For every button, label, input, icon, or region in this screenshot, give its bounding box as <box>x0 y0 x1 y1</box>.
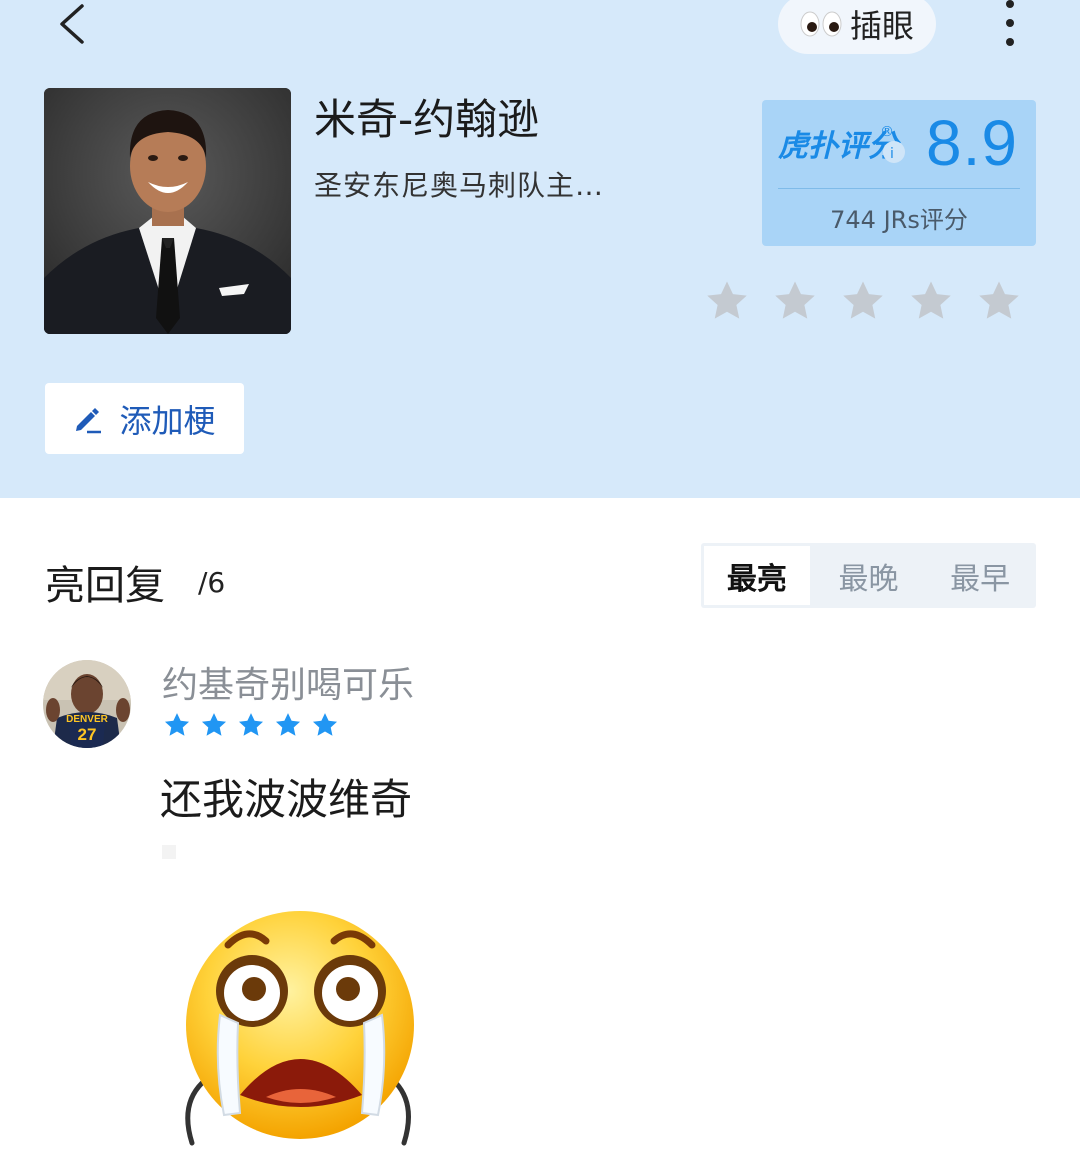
svg-text:®: ® <box>880 124 894 140</box>
star-icon[interactable] <box>976 278 1022 324</box>
replies-count: /6 <box>198 566 226 599</box>
back-button[interactable] <box>52 0 96 48</box>
score-divider <box>778 188 1020 189</box>
more-options-button[interactable] <box>996 0 1024 50</box>
player-photo <box>44 88 291 334</box>
hupu-score-logo: 虎扑评分 ® i <box>778 118 910 172</box>
eyes-icon <box>800 11 842 37</box>
player-name: 米奇-约翰逊 <box>314 95 540 144</box>
sort-tabs: 最亮 最晚 最早 <box>701 543 1036 608</box>
tab-earliest[interactable]: 最早 <box>927 546 1033 605</box>
star-icon <box>275 713 301 736</box>
add-meme-label: 添加梗 <box>119 401 216 440</box>
peek-button[interactable]: 插眼 <box>778 0 936 54</box>
star-icon <box>312 713 338 736</box>
user-avatar-image: DENVER 27 <box>43 660 131 748</box>
star-icon <box>238 713 264 736</box>
player-description: 圣安东尼奥马刺队主… <box>314 169 605 202</box>
svg-text:27: 27 <box>78 725 97 744</box>
divider-mark <box>162 845 176 859</box>
chevron-left-icon <box>60 4 84 44</box>
more-vertical-icon <box>1006 0 1014 46</box>
star-icon <box>164 713 190 736</box>
avatar[interactable]: DENVER 27 <box>43 660 131 748</box>
reply-username[interactable]: 约基奇别喝可乐 <box>162 656 414 708</box>
score-panel[interactable]: 虎扑评分 ® i 8.9 744 JRs评分 <box>762 100 1036 246</box>
pencil-icon <box>76 407 102 433</box>
score-value: 8.9 <box>926 107 1018 179</box>
header: 插眼 米奇-约翰逊 圣安东尼奥马刺队主… 虎扑评分 ® i 8.9 744 JR… <box>0 0 1080 498</box>
rating-stars[interactable] <box>704 278 1022 324</box>
star-icon <box>201 713 227 736</box>
add-meme-button[interactable]: 添加梗 <box>45 383 244 454</box>
player-portrait-image <box>44 88 291 334</box>
reply-rating-stars <box>163 711 339 739</box>
svg-text:DENVER: DENVER <box>66 714 108 725</box>
crying-emoji-sticker <box>170 905 430 1150</box>
tab-latest[interactable]: 最晚 <box>816 546 922 605</box>
svg-text:i: i <box>890 146 894 162</box>
reply-text: 还我波波维奇 <box>160 775 413 824</box>
peek-label: 插眼 <box>849 7 914 45</box>
star-icon[interactable] <box>908 278 954 324</box>
star-icon[interactable] <box>772 278 818 324</box>
tab-brightest[interactable]: 最亮 <box>704 546 810 605</box>
star-icon[interactable] <box>704 278 750 324</box>
star-icon[interactable] <box>840 278 886 324</box>
replies-title: 亮回复 <box>45 563 165 609</box>
score-count: 744 JRs评分 <box>830 206 968 234</box>
